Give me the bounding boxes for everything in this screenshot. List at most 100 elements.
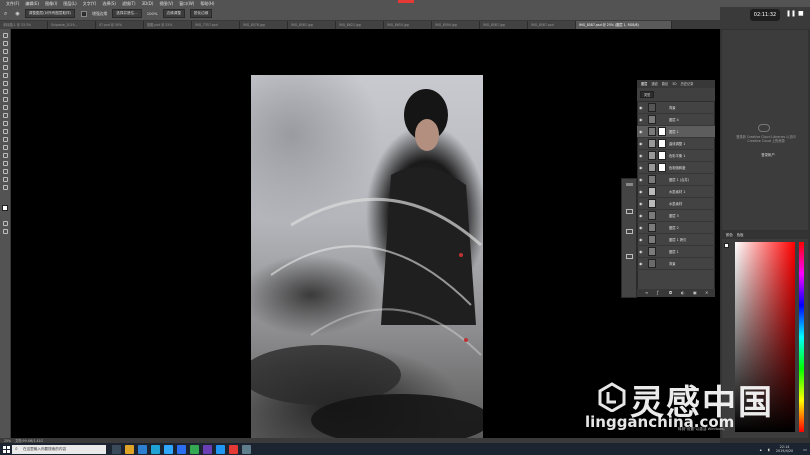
history-brush-tool-icon[interactable] <box>3 105 8 110</box>
menu-item-3d[interactable]: 3D(D) <box>142 1 154 6</box>
tab-document[interactable]: IMG_7357.psd <box>192 21 240 29</box>
tab-swatches[interactable]: 色板 <box>737 232 744 239</box>
layer-row[interactable]: ◉ 背景 <box>637 102 715 114</box>
menu-item-view[interactable]: 视图(V) <box>159 1 173 7</box>
menu-item-select[interactable]: 选择(S) <box>102 1 116 7</box>
pause-icon[interactable]: ❚❚ <box>786 10 796 20</box>
visibility-eye-icon[interactable]: ◉ <box>639 250 643 254</box>
zoom-level[interactable]: 25% <box>4 439 11 443</box>
app-icon[interactable] <box>177 444 186 454</box>
quick-mask-icon[interactable] <box>3 221 8 226</box>
trash-icon[interactable]: ✕ <box>705 290 708 295</box>
marquee-tool-icon[interactable] <box>3 41 8 46</box>
visibility-eye-icon[interactable]: ◉ <box>639 154 643 158</box>
visibility-eye-icon[interactable]: ◉ <box>639 262 643 266</box>
adjust-icon[interactable] <box>626 229 633 234</box>
visibility-eye-icon[interactable]: ◉ <box>639 238 643 242</box>
tab-document[interactable]: 未标题-1 @ 33.3% <box>0 21 48 29</box>
tab-color[interactable]: 颜色 <box>726 232 733 239</box>
volume-icon[interactable]: ◖ <box>768 447 770 452</box>
fx-icon[interactable]: ƒ <box>657 290 658 295</box>
layer-row-selected[interactable]: ◉ 图层 1 <box>637 126 715 138</box>
layer-row[interactable]: ◉ 图层 2 <box>637 222 715 234</box>
quick-select-icon[interactable]: ⌕ <box>4 10 7 18</box>
start-button[interactable] <box>0 443 12 455</box>
properties-icon[interactable] <box>626 183 633 186</box>
tab-document[interactable]: IMG_8587.psd <box>528 21 576 29</box>
menu-item-image[interactable]: 图像(I) <box>45 1 57 7</box>
file-explorer-icon[interactable] <box>125 444 134 454</box>
sign-in-link[interactable]: 登录帐户 <box>758 152 778 157</box>
document-image[interactable] <box>251 75 483 438</box>
menu-item-help[interactable]: 帮助(H) <box>200 1 214 7</box>
move-tool-icon[interactable] <box>3 33 8 38</box>
tab-document[interactable]: IMG_8587.jpg <box>480 21 528 29</box>
eraser-tool-icon[interactable] <box>3 113 8 118</box>
color-foreground-swatch[interactable] <box>724 243 729 248</box>
network-icon[interactable]: ▴ <box>760 447 762 452</box>
layer-row[interactable]: ◉ 图层 1 拷贝 <box>637 234 715 246</box>
tab-document[interactable]: 07.psd @ 50% <box>96 21 144 29</box>
visibility-eye-icon[interactable]: ◉ <box>639 142 643 146</box>
layer-mask-thumbnail[interactable] <box>658 139 666 148</box>
layer-mask-thumbnail[interactable] <box>658 127 666 136</box>
visibility-eye-icon[interactable]: ◉ <box>639 106 643 110</box>
blur-tool-icon[interactable] <box>3 129 8 134</box>
app-icon[interactable] <box>216 444 225 454</box>
layer-row[interactable]: ◉ 图层 3 <box>637 210 715 222</box>
edge-browser-icon[interactable] <box>138 444 147 454</box>
visibility-eye-icon[interactable]: ◉ <box>639 118 643 122</box>
menu-item-type[interactable]: 文字(Y) <box>83 1 97 7</box>
tab-document[interactable]: IMG_8582.jpg <box>288 21 336 29</box>
app-icon[interactable] <box>242 444 251 454</box>
tab-layers[interactable]: 图层 <box>641 80 647 88</box>
tab-document[interactable]: IMG_8578.jpg <box>240 21 288 29</box>
zoom-tool-icon[interactable] <box>3 185 8 190</box>
type-tool-icon[interactable] <box>3 153 8 158</box>
layer-row[interactable]: ◉ 曲线调整 1 <box>637 138 715 150</box>
quick-select-tool-icon[interactable] <box>3 57 8 62</box>
menu-item-edit[interactable]: 编辑(E) <box>25 1 39 7</box>
visibility-eye-icon[interactable]: ◉ <box>639 214 643 218</box>
tab-document[interactable]: 原图.psd @ 25% <box>144 21 192 29</box>
layer-kind-filter[interactable]: 类型 <box>640 91 655 98</box>
refine-edge-button[interactable]: 边缘调整 <box>162 9 185 18</box>
crop-tool-icon[interactable] <box>3 65 8 70</box>
layer-row[interactable]: ◉ 水墨素材 1 <box>637 186 715 198</box>
notifications-icon[interactable]: ▭ <box>803 447 807 452</box>
screen-mode-icon[interactable] <box>3 229 8 234</box>
link-layers-icon[interactable]: ∞ <box>645 290 648 295</box>
stamp-tool-icon[interactable] <box>3 97 8 102</box>
menu-item-window[interactable]: 窗口(W) <box>179 1 194 7</box>
chrome-icon[interactable] <box>190 444 199 454</box>
menu-item-file[interactable]: 文件(F) <box>6 1 19 7</box>
visibility-eye-icon[interactable]: ◉ <box>639 226 643 230</box>
foreground-color-swatch[interactable] <box>2 205 8 211</box>
tab-document[interactable]: IMG_8594.jpg <box>432 21 480 29</box>
gradient-tool-icon[interactable] <box>3 121 8 126</box>
menu-item-filter[interactable]: 滤镜(T) <box>122 1 136 7</box>
mask-icon[interactable] <box>626 209 633 214</box>
healing-tool-icon[interactable] <box>3 81 8 86</box>
visibility-eye-icon[interactable]: ◉ <box>639 166 643 170</box>
tab-document[interactable]: Snipaste_2019... <box>48 21 96 29</box>
lasso-tool-icon[interactable] <box>3 49 8 54</box>
tab-history[interactable]: 历史记录 <box>681 80 694 88</box>
menu-item-layer[interactable]: 图层(L) <box>63 1 76 7</box>
photoshop-icon[interactable] <box>164 444 173 454</box>
brush-size-icon[interactable]: ◉ <box>15 11 19 17</box>
visibility-eye-icon[interactable]: ◉ <box>639 190 643 194</box>
tab-3d[interactable]: 3D <box>672 80 676 88</box>
tab-document[interactable]: IMG_8650.jpg <box>384 21 432 29</box>
tab-active-document[interactable]: IMG_8587.psd @ 25% (图层 1, RGB/8) <box>576 21 672 29</box>
sharpen-edge-button[interactable]: 锐化边缘 <box>189 9 213 18</box>
visibility-eye-icon[interactable]: ◉ <box>639 178 643 182</box>
hue-slider[interactable] <box>799 242 804 432</box>
select-and-mask-button[interactable]: 选择并遮住... <box>112 9 142 18</box>
layer-row[interactable]: ◉ 水墨素材 <box>637 198 715 210</box>
layer-mask-thumbnail[interactable] <box>658 151 666 160</box>
dodge-tool-icon[interactable] <box>3 137 8 142</box>
layer-row[interactable]: ◉ 图层 4 <box>637 114 715 126</box>
layer-row[interactable]: ◉ 色彩平衡 1 <box>637 150 715 162</box>
taskbar-clock[interactable]: 22:14 2019/4/20 <box>776 445 793 453</box>
